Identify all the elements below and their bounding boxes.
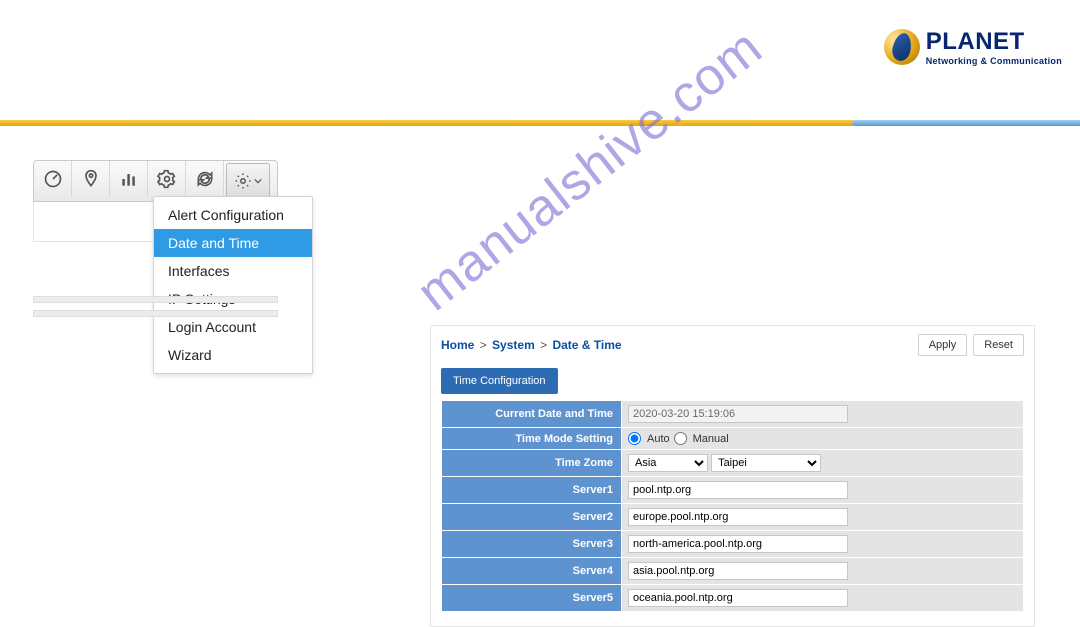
settings-dropdown: Alert ConfigurationDate and TimeInterfac… bbox=[153, 196, 313, 374]
logo-icon bbox=[884, 29, 920, 65]
tab-time-configuration[interactable]: Time Configuration bbox=[441, 368, 558, 394]
dropdown-item-date-and-time[interactable]: Date and Time bbox=[154, 229, 312, 257]
cog-dropdown-button[interactable] bbox=[226, 163, 270, 199]
brand-logo: PLANET Networking & Communication bbox=[884, 28, 1062, 66]
label-time-zone: Time Zome bbox=[442, 450, 622, 477]
divider-blue bbox=[852, 120, 1080, 126]
date-time-panel: Home > System > Date & Time Apply Reset … bbox=[430, 325, 1035, 627]
dropdown-item-wizard[interactable]: Wizard bbox=[154, 341, 312, 369]
pin-icon[interactable] bbox=[72, 161, 110, 197]
zone-region-select[interactable]: Asia bbox=[628, 454, 708, 472]
label-current-datetime: Current Date and Time bbox=[442, 401, 622, 428]
gauge-icon[interactable] bbox=[34, 161, 72, 197]
refresh-icon[interactable] bbox=[186, 161, 224, 197]
background-rows bbox=[33, 296, 278, 324]
server2-field[interactable] bbox=[628, 508, 848, 526]
server4-field[interactable] bbox=[628, 562, 848, 580]
reset-button[interactable]: Reset bbox=[973, 334, 1024, 356]
breadcrumb: Home > System > Date & Time bbox=[441, 338, 622, 352]
mode-manual-radio[interactable] bbox=[674, 432, 687, 445]
server1-field[interactable] bbox=[628, 481, 848, 499]
server5-field[interactable] bbox=[628, 589, 848, 607]
apply-button[interactable]: Apply bbox=[918, 334, 968, 356]
breadcrumb-home[interactable]: Home bbox=[441, 338, 474, 352]
dropdown-item-interfaces[interactable]: Interfaces bbox=[154, 257, 312, 285]
label-server3: Server3 bbox=[442, 531, 622, 558]
label-time-mode: Time Mode Setting bbox=[442, 428, 622, 450]
toolbar-area: Alert ConfigurationDate and TimeInterfac… bbox=[33, 160, 278, 242]
settings-gear-icon[interactable] bbox=[148, 161, 186, 197]
mode-auto-label: Auto bbox=[647, 433, 670, 445]
divider-yellow bbox=[0, 120, 856, 126]
mode-auto-radio[interactable] bbox=[628, 432, 641, 445]
breadcrumb-current: Date & Time bbox=[552, 338, 621, 352]
current-datetime-field bbox=[628, 405, 848, 423]
barchart-icon[interactable] bbox=[110, 161, 148, 197]
config-table: Current Date and Time Time Mode Setting … bbox=[441, 400, 1024, 612]
watermark-text: manualshive.com bbox=[406, 17, 774, 323]
brand-tagline: Networking & Communication bbox=[926, 56, 1062, 66]
label-server5: Server5 bbox=[442, 585, 622, 612]
dropdown-item-alert-configuration[interactable]: Alert Configuration bbox=[154, 201, 312, 229]
label-server4: Server4 bbox=[442, 558, 622, 585]
label-server1: Server1 bbox=[442, 477, 622, 504]
label-server2: Server2 bbox=[442, 504, 622, 531]
divider-bar bbox=[0, 120, 1080, 126]
breadcrumb-system[interactable]: System bbox=[492, 338, 535, 352]
server3-field[interactable] bbox=[628, 535, 848, 553]
mode-manual-label: Manual bbox=[693, 433, 729, 445]
brand-name: PLANET bbox=[926, 28, 1062, 56]
zone-city-select[interactable]: Taipei bbox=[711, 454, 821, 472]
